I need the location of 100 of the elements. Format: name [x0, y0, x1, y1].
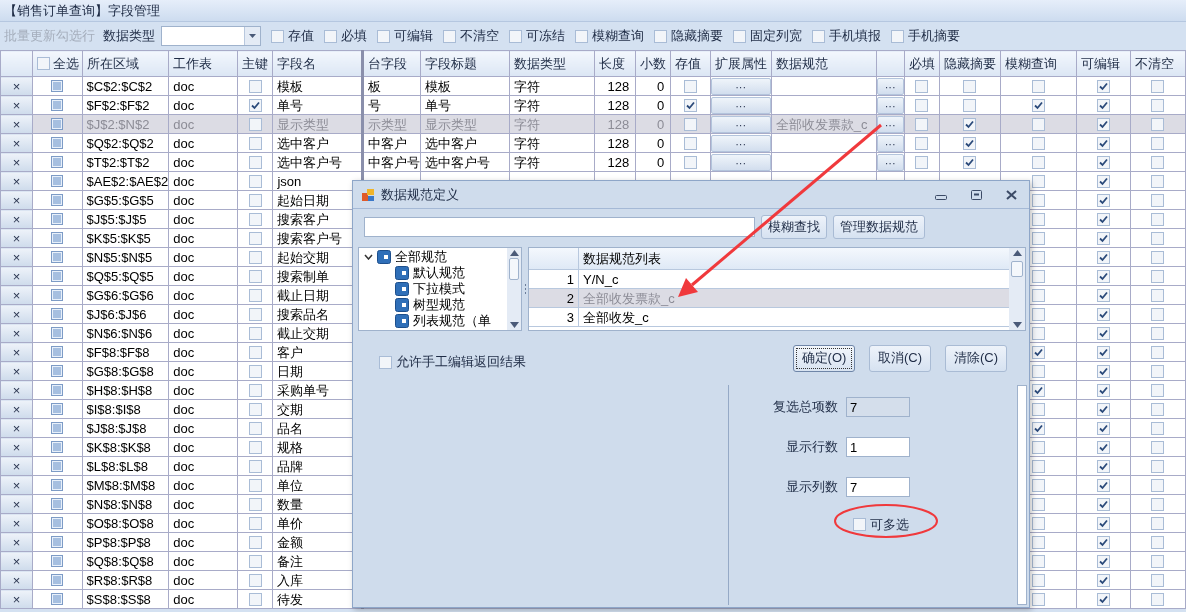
delete-button[interactable]: ×: [1, 533, 32, 551]
checkbox[interactable]: [1151, 345, 1165, 359]
delete-button[interactable]: ×: [1, 229, 32, 247]
checkbox[interactable]: [1151, 231, 1165, 245]
list-row[interactable]: 1 Y/N_c: [529, 270, 1009, 289]
checkbox[interactable]: [1031, 231, 1045, 245]
scrollbar[interactable]: [1009, 248, 1025, 330]
row-checkbox[interactable]: [51, 308, 64, 320]
ellipsis-button[interactable]: ···: [877, 153, 904, 171]
checkbox[interactable]: [1096, 288, 1110, 302]
checkbox[interactable]: [684, 79, 697, 93]
row-checkbox[interactable]: [51, 175, 64, 187]
ellipsis-button[interactable]: ···: [711, 134, 771, 152]
checkbox[interactable]: [1151, 307, 1165, 321]
checkbox[interactable]: [1096, 307, 1110, 321]
checkbox[interactable]: [1031, 307, 1045, 321]
checkbox[interactable]: [1151, 79, 1165, 93]
dialog-button[interactable]: 清除(C): [945, 344, 1007, 372]
checkbox[interactable]: [891, 29, 904, 43]
checkbox[interactable]: [1096, 136, 1110, 150]
checkbox[interactable]: [248, 288, 262, 302]
checkbox[interactable]: [1031, 250, 1045, 264]
checkbox[interactable]: [1096, 117, 1110, 131]
delete-button[interactable]: ×: [1, 153, 32, 171]
delete-button[interactable]: ×: [1, 476, 32, 494]
checkbox[interactable]: [248, 155, 262, 169]
checkbox[interactable]: [248, 193, 262, 207]
ellipsis-button[interactable]: ···: [711, 115, 771, 133]
checkbox[interactable]: [1151, 497, 1165, 511]
checkbox[interactable]: [1096, 345, 1110, 359]
checkbox[interactable]: [654, 29, 667, 43]
checkbox[interactable]: [1151, 516, 1165, 530]
delete-button[interactable]: ×: [1, 362, 32, 380]
delete-button[interactable]: ×: [1, 305, 32, 323]
ellipsis-button[interactable]: ···: [877, 77, 904, 95]
row-checkbox[interactable]: [51, 118, 64, 130]
checkbox[interactable]: [1031, 516, 1045, 530]
search-field[interactable]: [364, 217, 755, 237]
ellipsis-button[interactable]: ···: [877, 134, 904, 152]
list-row[interactable]: 3 全部收发_c: [529, 308, 1009, 327]
checkbox[interactable]: [324, 29, 337, 43]
checkbox[interactable]: [1031, 364, 1045, 378]
checkbox[interactable]: [1031, 459, 1045, 473]
row-checkbox[interactable]: [51, 327, 64, 339]
checkbox[interactable]: [248, 326, 262, 340]
checkbox[interactable]: [248, 573, 262, 587]
row-checkbox[interactable]: [51, 384, 64, 396]
row-checkbox[interactable]: [51, 289, 64, 301]
checkbox[interactable]: [248, 459, 262, 473]
checkbox[interactable]: [684, 117, 697, 131]
row-checkbox[interactable]: [51, 574, 64, 586]
checkbox[interactable]: [1151, 98, 1165, 112]
delete-button[interactable]: ×: [1, 571, 32, 589]
ellipsis-button[interactable]: ···: [877, 96, 904, 114]
dialog-button[interactable]: 确定(O): [793, 344, 855, 372]
checkbox[interactable]: [248, 516, 262, 530]
checkbox[interactable]: [1031, 478, 1045, 492]
checkbox[interactable]: [1031, 117, 1045, 131]
checkbox[interactable]: [1031, 554, 1045, 568]
checkbox[interactable]: [248, 383, 262, 397]
checkbox[interactable]: [1151, 136, 1165, 150]
checkbox[interactable]: [1151, 288, 1165, 302]
checkbox[interactable]: [733, 29, 746, 43]
checkbox[interactable]: [1031, 573, 1045, 587]
checkbox[interactable]: [1031, 155, 1045, 169]
checkbox[interactable]: [248, 402, 262, 416]
checkbox[interactable]: [1096, 497, 1110, 511]
checkbox[interactable]: [1096, 250, 1110, 264]
checkbox[interactable]: [1096, 269, 1110, 283]
checkbox[interactable]: [248, 421, 262, 435]
delete-button[interactable]: ×: [1, 267, 32, 285]
manage-button[interactable]: 管理数据规范: [833, 215, 925, 239]
checkbox[interactable]: [1096, 231, 1110, 245]
checkbox[interactable]: [248, 307, 262, 321]
delete-button[interactable]: ×: [1, 210, 32, 228]
row-checkbox[interactable]: [51, 460, 64, 472]
row-checkbox[interactable]: [51, 80, 64, 92]
checkbox[interactable]: [963, 79, 977, 93]
delete-button[interactable]: ×: [1, 248, 32, 266]
checkbox[interactable]: [1096, 402, 1110, 416]
input-field[interactable]: 1: [846, 437, 910, 457]
checkbox[interactable]: [1031, 193, 1045, 207]
delete-button[interactable]: ×: [1, 191, 32, 209]
scroll-up-icon[interactable]: [1012, 250, 1022, 256]
checkbox[interactable]: [443, 29, 456, 43]
checkbox[interactable]: [248, 535, 262, 549]
delete-button[interactable]: ×: [1, 590, 32, 608]
checkbox[interactable]: [248, 554, 262, 568]
scrollbar[interactable]: [1017, 385, 1027, 605]
checkbox[interactable]: [1096, 212, 1110, 226]
ellipsis-button[interactable]: ···: [711, 96, 771, 114]
checkbox[interactable]: [36, 57, 50, 70]
checkbox[interactable]: [1096, 98, 1110, 112]
checkbox[interactable]: [1031, 79, 1045, 93]
checkbox[interactable]: [1096, 554, 1110, 568]
checkbox[interactable]: [963, 136, 977, 150]
checkbox[interactable]: [248, 345, 262, 359]
checkbox[interactable]: [248, 269, 262, 283]
checkbox[interactable]: [248, 497, 262, 511]
close-icon[interactable]: [1006, 189, 1017, 200]
